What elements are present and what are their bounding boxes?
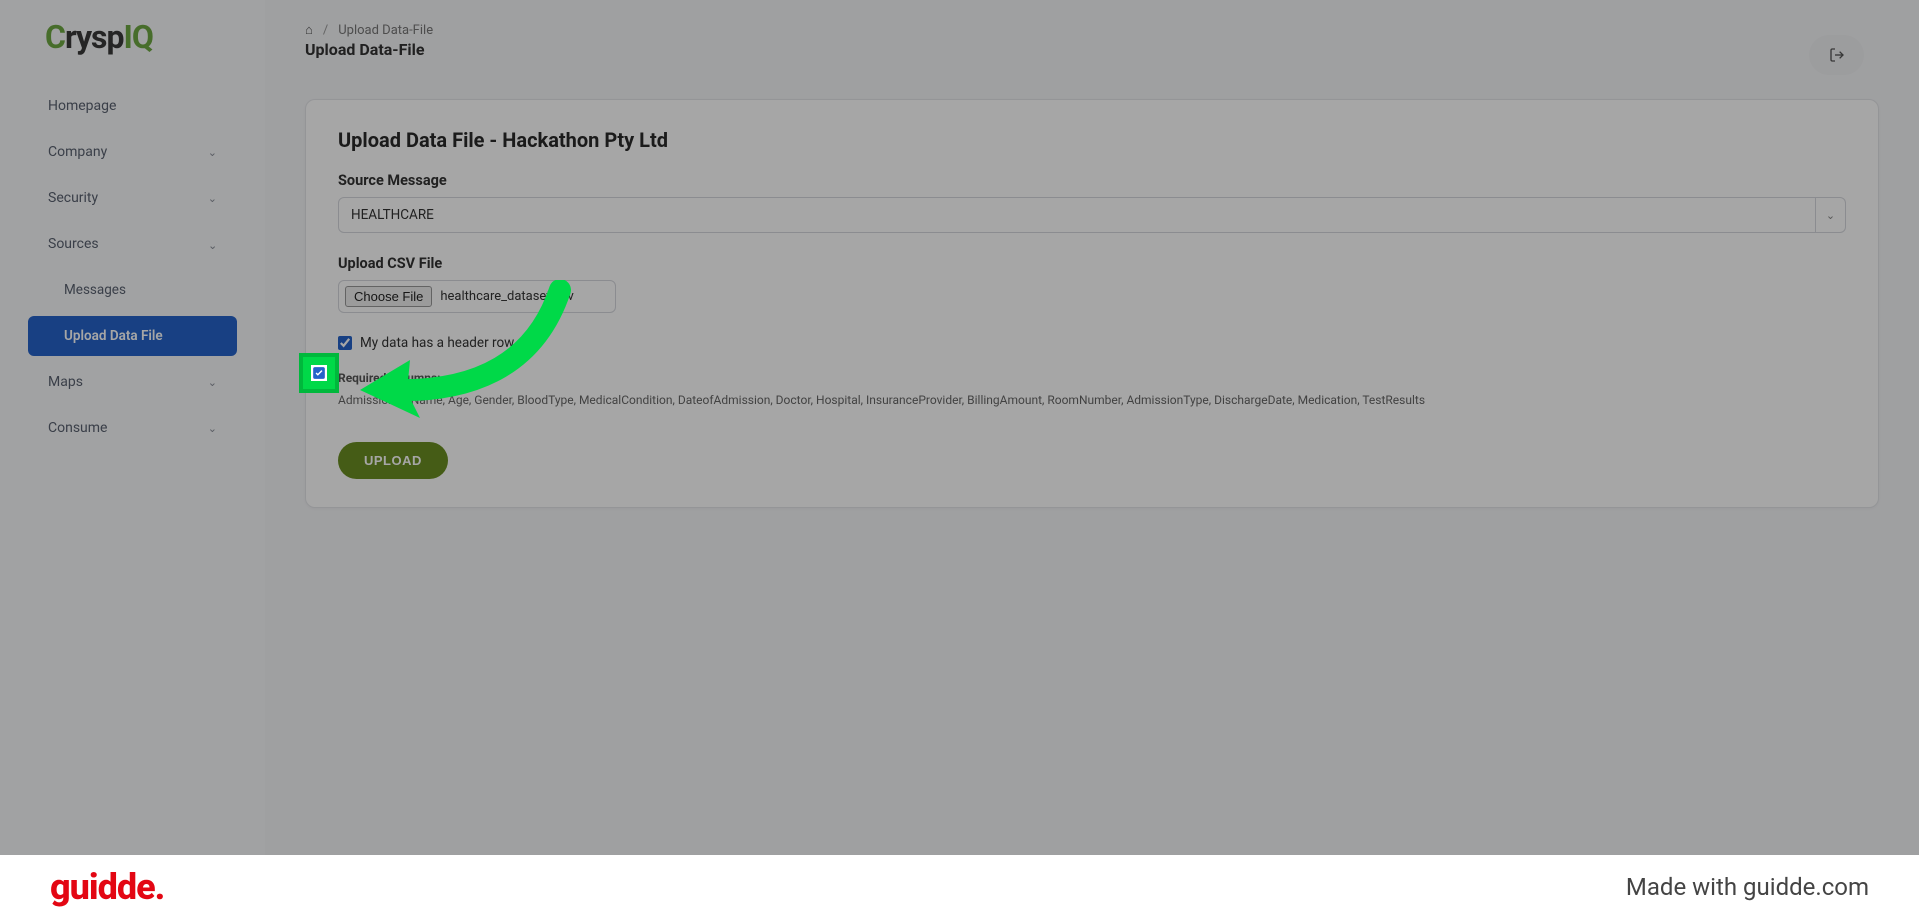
sidebar-item-company[interactable]: Company ⌄ bbox=[28, 132, 237, 172]
sidebar-item-label: Consume bbox=[48, 420, 107, 436]
sidebar-item-label: Company bbox=[48, 144, 107, 160]
sidebar-item-homepage[interactable]: Homepage bbox=[28, 86, 237, 126]
main-content: ⌂ / Upload Data-File Upload Data-File Up… bbox=[265, 0, 1919, 855]
upload-button[interactable]: UPLOAD bbox=[338, 442, 448, 479]
sidebar-item-label: Sources bbox=[48, 236, 99, 252]
chevron-down-icon: ⌄ bbox=[208, 422, 217, 435]
chevron-down-icon: ⌄ bbox=[208, 376, 217, 389]
breadcrumb-item: Upload Data-File bbox=[338, 23, 433, 38]
footer-attribution: Made with guidde.com bbox=[1626, 873, 1869, 901]
logout-button[interactable] bbox=[1809, 35, 1864, 75]
footer: guidde. Made with guidde.com bbox=[0, 855, 1919, 918]
sidebar-item-upload-data-file[interactable]: Upload Data File bbox=[28, 316, 237, 356]
breadcrumb-separator: / bbox=[323, 23, 328, 38]
select-caret-icon[interactable]: ⌄ bbox=[1816, 197, 1846, 233]
sidebar-item-security[interactable]: Security ⌄ bbox=[28, 178, 237, 218]
source-message-select[interactable]: HEALTHCARE bbox=[338, 197, 1816, 233]
checkmark-icon bbox=[312, 366, 326, 380]
sidebar: CryspIQ Homepage Company ⌄ Security ⌄ Sour… bbox=[0, 0, 265, 855]
sidebar-nav: Homepage Company ⌄ Security ⌄ Sources ⌃ Mes… bbox=[0, 86, 265, 448]
sidebar-item-maps[interactable]: Maps ⌄ bbox=[28, 362, 237, 402]
sidebar-item-sources[interactable]: Sources ⌃ bbox=[28, 224, 237, 264]
card-title: Upload Data File - Hackathon Pty Ltd bbox=[338, 128, 1846, 152]
sidebar-item-label: Upload Data File bbox=[64, 328, 163, 344]
upload-csv-label: Upload CSV File bbox=[338, 255, 1846, 272]
sidebar-item-consume[interactable]: Consume ⌄ bbox=[28, 408, 237, 448]
sidebar-item-messages[interactable]: Messages bbox=[28, 270, 237, 310]
chevron-down-icon: ⌄ bbox=[208, 146, 217, 159]
breadcrumb: ⌂ / Upload Data-File bbox=[305, 22, 1879, 38]
annotation-highlight-box bbox=[299, 353, 339, 393]
logout-icon bbox=[1829, 47, 1845, 63]
app-logo: CryspIQ bbox=[0, 18, 265, 86]
guidde-logo: guidde. bbox=[50, 866, 164, 908]
chevron-down-icon: ⌄ bbox=[208, 192, 217, 205]
sidebar-item-label: Messages bbox=[64, 282, 126, 298]
source-message-label: Source Message bbox=[338, 172, 1846, 189]
chevron-up-icon: ⌃ bbox=[208, 238, 217, 251]
page-title: Upload Data-File bbox=[305, 40, 1879, 59]
sidebar-item-label: Maps bbox=[48, 374, 83, 390]
annotation-arrow bbox=[345, 280, 575, 420]
home-icon[interactable]: ⌂ bbox=[305, 22, 313, 38]
sidebar-item-label: Security bbox=[48, 190, 98, 206]
sidebar-item-label: Homepage bbox=[48, 98, 116, 114]
